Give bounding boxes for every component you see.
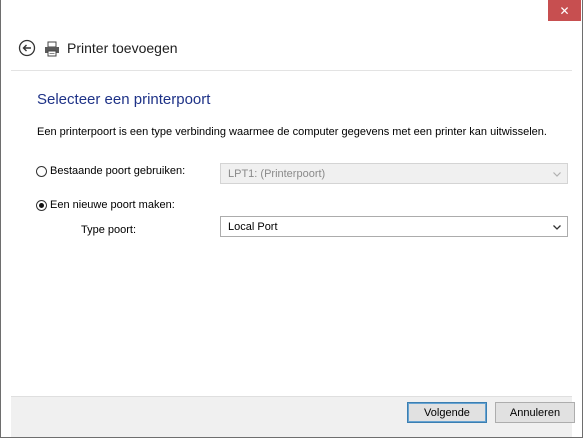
existing-port-radio[interactable] (36, 166, 47, 177)
chevron-down-icon (553, 225, 561, 230)
page-description: Een printerpoort is een type verbinding … (37, 126, 547, 138)
new-port-label[interactable]: Een nieuwe poort maken: (50, 199, 175, 211)
header-divider (11, 70, 572, 71)
existing-port-label[interactable]: Bestaande poort gebruiken: (50, 165, 185, 177)
dialog-footer: Volgende Annuleren (11, 396, 575, 437)
port-type-label: Type poort: (81, 224, 137, 236)
back-arrow-icon[interactable] (18, 39, 36, 57)
new-port-radio[interactable] (36, 200, 47, 211)
port-type-value: Local Port (228, 221, 278, 233)
port-type-select[interactable]: Local Port (220, 216, 568, 237)
window-title: Printer toevoegen (67, 40, 178, 56)
printer-icon (45, 41, 59, 57)
next-button[interactable]: Volgende (407, 402, 487, 423)
add-printer-dialog: ✕ Printer toevoegen Selecteer een printe… (0, 0, 583, 438)
close-icon: ✕ (559, 3, 570, 18)
cancel-button[interactable]: Annuleren (495, 402, 575, 423)
existing-port-value: LPT1: (Printerpoort) (228, 168, 326, 180)
chevron-down-icon (553, 172, 561, 177)
close-button[interactable]: ✕ (548, 0, 581, 21)
existing-port-select: LPT1: (Printerpoort) (220, 163, 568, 184)
page-heading: Selecteer een printerpoort (37, 91, 211, 108)
dialog-header: Printer toevoegen (1, 28, 582, 70)
